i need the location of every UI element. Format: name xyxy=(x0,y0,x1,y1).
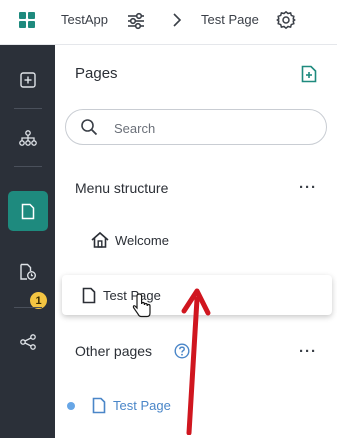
rail-sitemap-button[interactable] xyxy=(8,118,48,158)
chevron-right-icon xyxy=(173,13,182,27)
other-page-label: Test Page xyxy=(113,398,171,413)
hand-cursor-icon xyxy=(132,293,151,318)
rail-pending-pages-button[interactable] xyxy=(8,252,48,292)
add-page-icon[interactable] xyxy=(301,65,317,83)
search-input[interactable] xyxy=(112,118,306,138)
share-icon xyxy=(20,334,36,350)
other-page-item-test-page[interactable]: Test Page xyxy=(67,397,171,414)
apps-grid-icon[interactable] xyxy=(19,12,35,28)
menu-structure-title: Menu structure xyxy=(75,180,169,196)
page-icon xyxy=(82,287,96,303)
page-icon xyxy=(92,397,106,414)
status-dot xyxy=(67,401,75,410)
add-box-icon xyxy=(20,72,36,88)
pages-icon xyxy=(21,203,35,219)
top-bar: TestApp Test Page xyxy=(0,0,337,45)
panel-title: Pages xyxy=(75,65,118,82)
sitemap-icon xyxy=(19,130,37,146)
other-pages-title: Other pages xyxy=(75,343,153,359)
menu-item-label: Welcome xyxy=(115,232,169,248)
red-annotation-arrow-icon xyxy=(181,288,211,435)
gear-icon[interactable] xyxy=(276,10,296,30)
search-icon xyxy=(81,119,98,136)
breadcrumb-page-name[interactable]: Test Page xyxy=(201,12,259,27)
menu-structure-more-button[interactable]: ··· xyxy=(299,179,317,196)
search-box[interactable] xyxy=(65,109,327,145)
rail-divider xyxy=(14,108,42,109)
menu-item-welcome[interactable]: Welcome xyxy=(90,231,169,249)
rail-divider xyxy=(14,166,42,167)
sliders-icon[interactable] xyxy=(126,11,146,31)
rail-share-button[interactable] xyxy=(8,322,48,362)
other-pages-more-button[interactable]: ··· xyxy=(299,343,317,360)
pending-page-icon xyxy=(20,263,36,280)
app-name[interactable]: TestApp xyxy=(61,12,108,27)
rail-pages-button[interactable] xyxy=(8,191,48,231)
rail-add-button[interactable] xyxy=(8,60,48,100)
pages-panel: Pages Menu structure ··· Welcome Test Pa… xyxy=(55,45,337,438)
left-rail: 1 xyxy=(0,45,55,438)
rail-divider xyxy=(14,307,42,308)
home-icon xyxy=(91,231,109,248)
